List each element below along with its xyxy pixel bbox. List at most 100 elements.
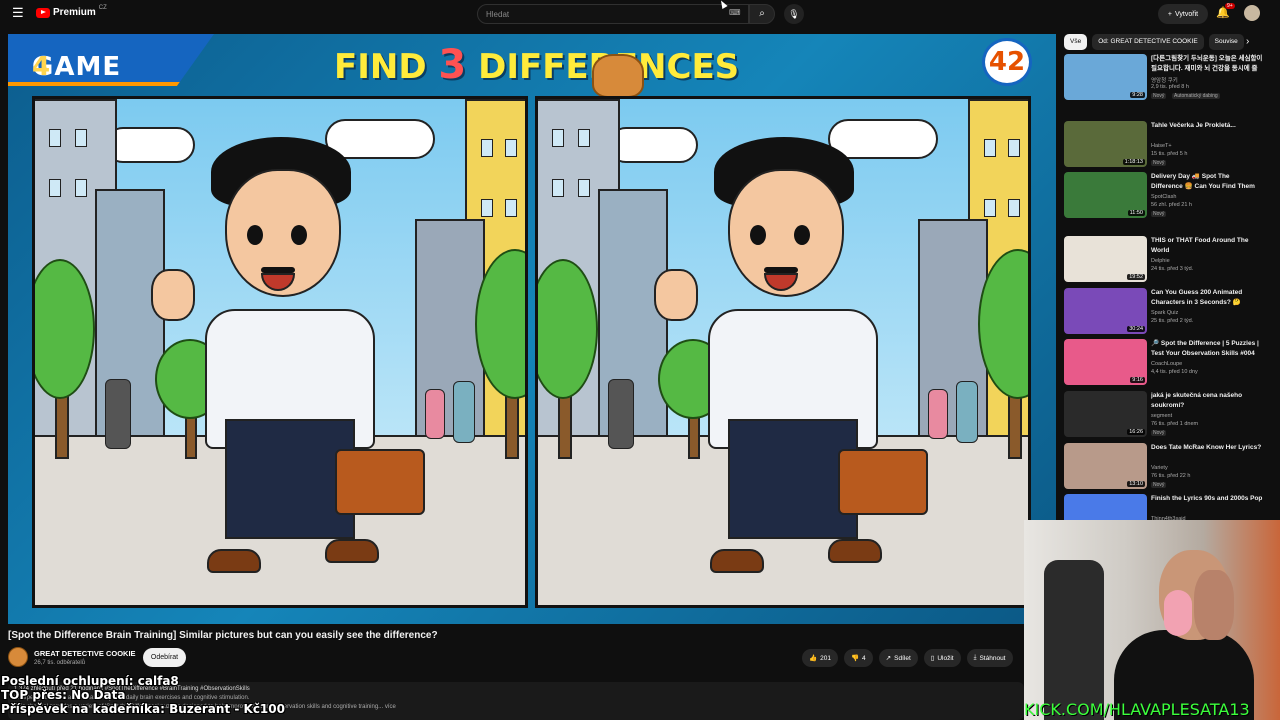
- recommendation-item[interactable]: 1:18:13 Tahle Večerka Je Prokletá... Haise…: [1064, 121, 1264, 169]
- chip-from-channel[interactable]: Od: GREAT DETECTIVE COOKIE: [1092, 34, 1204, 50]
- recommendation-title[interactable]: [다른그림찾기 두뇌운동] 오늘은 세심함이 필요합니다. 재미와 뇌 건강을 …: [1151, 54, 1263, 74]
- recommendation-title[interactable]: THIS or THAT Food Around The World: [1151, 236, 1263, 256]
- recommendation-channel[interactable]: Delphie: [1151, 258, 1170, 264]
- recommendation-title[interactable]: Tahle Večerka Je Prokletá...: [1151, 121, 1263, 131]
- video-duration: 9:16: [1130, 377, 1145, 383]
- hamburger-menu-icon[interactable]: ☰: [12, 6, 26, 20]
- recommendation-title[interactable]: Finish the Lyrics 90s and 2000s Pop: [1151, 494, 1263, 504]
- plus-icon: +: [1167, 10, 1172, 18]
- recommendation-title[interactable]: Can You Guess 200 Animated Characters in…: [1151, 288, 1263, 308]
- video-player[interactable]: GAME 4 FIND 3 DIFFERENCES 42: [8, 34, 1056, 624]
- auto-dub-badge: Automatický dabing: [1172, 93, 1220, 99]
- briefcase: [335, 449, 425, 515]
- recommendation-thumbnail[interactable]: 9:28: [1064, 54, 1147, 100]
- chip-all[interactable]: Vše: [1064, 34, 1088, 50]
- dislike-button[interactable]: 👎 4: [843, 649, 873, 667]
- recommendation-thumbnail[interactable]: 1:18:13: [1064, 121, 1147, 167]
- stream-overlay-line-3: Příspěvek na kadeřníka: Buzerant - Kč100: [1, 702, 285, 716]
- recommendation-item[interactable]: 11:50 Delivery Day 🚚 Spot The Difference …: [1064, 172, 1264, 220]
- like-button[interactable]: 👍 201: [802, 649, 838, 667]
- banner-find: FIND: [334, 47, 427, 87]
- notification-count-badge: 9+: [1225, 3, 1235, 9]
- recommendation-channel[interactable]: CoachLoupe: [1151, 361, 1182, 367]
- recommendation-meta: 2,9 tis. před 8 h: [1151, 84, 1189, 90]
- microphone-icon: 🎙: [788, 9, 800, 19]
- youtube-play-icon: [36, 7, 50, 18]
- recommendation-title[interactable]: 🔎 Spot the Difference | 5 Puzzles | Test…: [1151, 339, 1263, 359]
- recommendation-title[interactable]: Does Tate McRae Know Her Lyrics?: [1151, 443, 1263, 453]
- action-bar: 👍 201 👎 4 ↗ Sdílet ▯ Uložit ⤓ Stáhnout: [802, 649, 1013, 667]
- recommendation-item[interactable]: 9:28 [다른그림찾기 두뇌운동] 오늘은 세심함이 필요합니다. 재미와 뇌 …: [1064, 54, 1264, 102]
- video-duration: 19:52: [1127, 274, 1145, 280]
- recommendation-title[interactable]: jaká je skutečná cena našeho soukromí?: [1151, 391, 1263, 411]
- recommendation-channel[interactable]: HaiseT+: [1151, 143, 1172, 149]
- create-button[interactable]: + Vytvořit: [1158, 4, 1208, 24]
- recommendation-meta: 25 tis. před 2 týd.: [1151, 318, 1194, 324]
- countdown-timer: 42: [982, 38, 1032, 86]
- channel-subscribers: 26,7 tis. odběratelů: [34, 660, 86, 666]
- recommendation-title[interactable]: Delivery Day 🚚 Spot The Difference 🍔 Can…: [1151, 172, 1263, 192]
- recommendation-thumbnail[interactable]: 11:50: [1064, 172, 1147, 218]
- keyboard-icon[interactable]: ⌨: [729, 8, 741, 18]
- recommendation-channel[interactable]: SpotClash: [1151, 194, 1176, 200]
- channel-name[interactable]: GREAT DETECTIVE COOKIE: [34, 649, 136, 658]
- recommendation-thumbnail[interactable]: 19:52: [1064, 236, 1147, 282]
- recommendation-channel[interactable]: 영암청 쿠키: [1151, 76, 1178, 84]
- save-button[interactable]: ▯ Uložit: [923, 649, 961, 667]
- recommendation-channel[interactable]: segment: [1151, 413, 1172, 419]
- stream-overlay-line-2: TOP přes: No Data: [1, 688, 126, 702]
- video-duration: 13:10: [1127, 481, 1145, 487]
- recommendation-item[interactable]: 13:10 Does Tate McRae Know Her Lyrics? Var…: [1064, 443, 1264, 491]
- download-label: Stáhnout: [979, 654, 1006, 662]
- recommendation-meta: 76 tis. před 1 dnem: [1151, 421, 1199, 427]
- video-duration: 9:28: [1130, 92, 1145, 98]
- recommendation-item[interactable]: 30:24 Can You Guess 200 Animated Characte…: [1064, 288, 1264, 336]
- webcam-overlay: [1024, 520, 1280, 720]
- banner-number: 3: [438, 42, 467, 88]
- video-duration: 1:18:13: [1122, 159, 1145, 165]
- recommendation-thumbnail[interactable]: 13:10: [1064, 443, 1147, 489]
- gaming-chair: [1044, 560, 1104, 720]
- find-differences-banner: FIND 3 DIFFERENCES: [334, 42, 739, 88]
- save-label: Uložit: [937, 654, 954, 662]
- video-duration: 16:26: [1127, 429, 1145, 435]
- chevron-right-icon[interactable]: ›: [1246, 36, 1249, 47]
- logo-country: CZ: [98, 4, 107, 11]
- recommendation-meta: 56 zhl. před 21 h: [1151, 202, 1192, 208]
- share-icon: ↗: [885, 655, 892, 662]
- video-duration: 30:24: [1127, 326, 1145, 332]
- download-icon: ⤓: [973, 654, 977, 661]
- new-badge: Nový: [1151, 211, 1167, 217]
- recommendation-channel[interactable]: Spark Quiz: [1151, 310, 1178, 316]
- recommendation-meta: 15 tis. před 5 h: [1151, 151, 1188, 157]
- account-avatar[interactable]: [1244, 5, 1260, 21]
- new-badge: Nový: [1151, 430, 1167, 436]
- new-badge: Nový: [1151, 93, 1167, 99]
- search-input[interactable]: Hledat: [477, 4, 749, 24]
- recommendation-channel[interactable]: Variety: [1151, 465, 1168, 471]
- download-button[interactable]: ⤓ Stáhnout: [966, 649, 1013, 667]
- filter-chips: Vše Od: GREAT DETECTIVE COOKIE Souvise: [1064, 34, 1264, 50]
- recommendation-thumbnail[interactable]: 30:24: [1064, 288, 1147, 334]
- new-badge: Nový: [1151, 160, 1167, 166]
- recommendation-item[interactable]: 19:52 THIS or THAT Food Around The World D…: [1064, 236, 1264, 284]
- recommendation-item[interactable]: 9:16 🔎 Spot the Difference | 5 Puzzles | …: [1064, 339, 1264, 387]
- voice-search-button[interactable]: 🎙: [784, 4, 804, 24]
- recommendation-thumbnail[interactable]: 16:26: [1064, 391, 1147, 437]
- logo-text: Premium: [53, 7, 96, 18]
- share-button[interactable]: ↗ Sdílet: [878, 649, 918, 667]
- cookie-mascot-icon: [592, 54, 644, 98]
- search-icon: ⌕: [759, 8, 765, 19]
- like-count: 201: [820, 654, 831, 662]
- subscribe-button[interactable]: Odebírat: [143, 648, 186, 667]
- puzzle-image-right: [535, 96, 1031, 608]
- recommendation-item[interactable]: 16:26 jaká je skutečná cena našeho soukro…: [1064, 391, 1264, 439]
- youtube-logo[interactable]: Premium CZ: [36, 4, 107, 18]
- search-button[interactable]: ⌕: [749, 4, 775, 24]
- game-label-text: GAME 4: [32, 52, 122, 82]
- channel-avatar[interactable]: [8, 647, 28, 667]
- recommendation-meta: 24 tis. před 3 týd.: [1151, 266, 1194, 272]
- puzzle-image-left: [32, 96, 528, 608]
- chip-related[interactable]: Souvise: [1208, 34, 1244, 50]
- recommendation-thumbnail[interactable]: 9:16: [1064, 339, 1147, 385]
